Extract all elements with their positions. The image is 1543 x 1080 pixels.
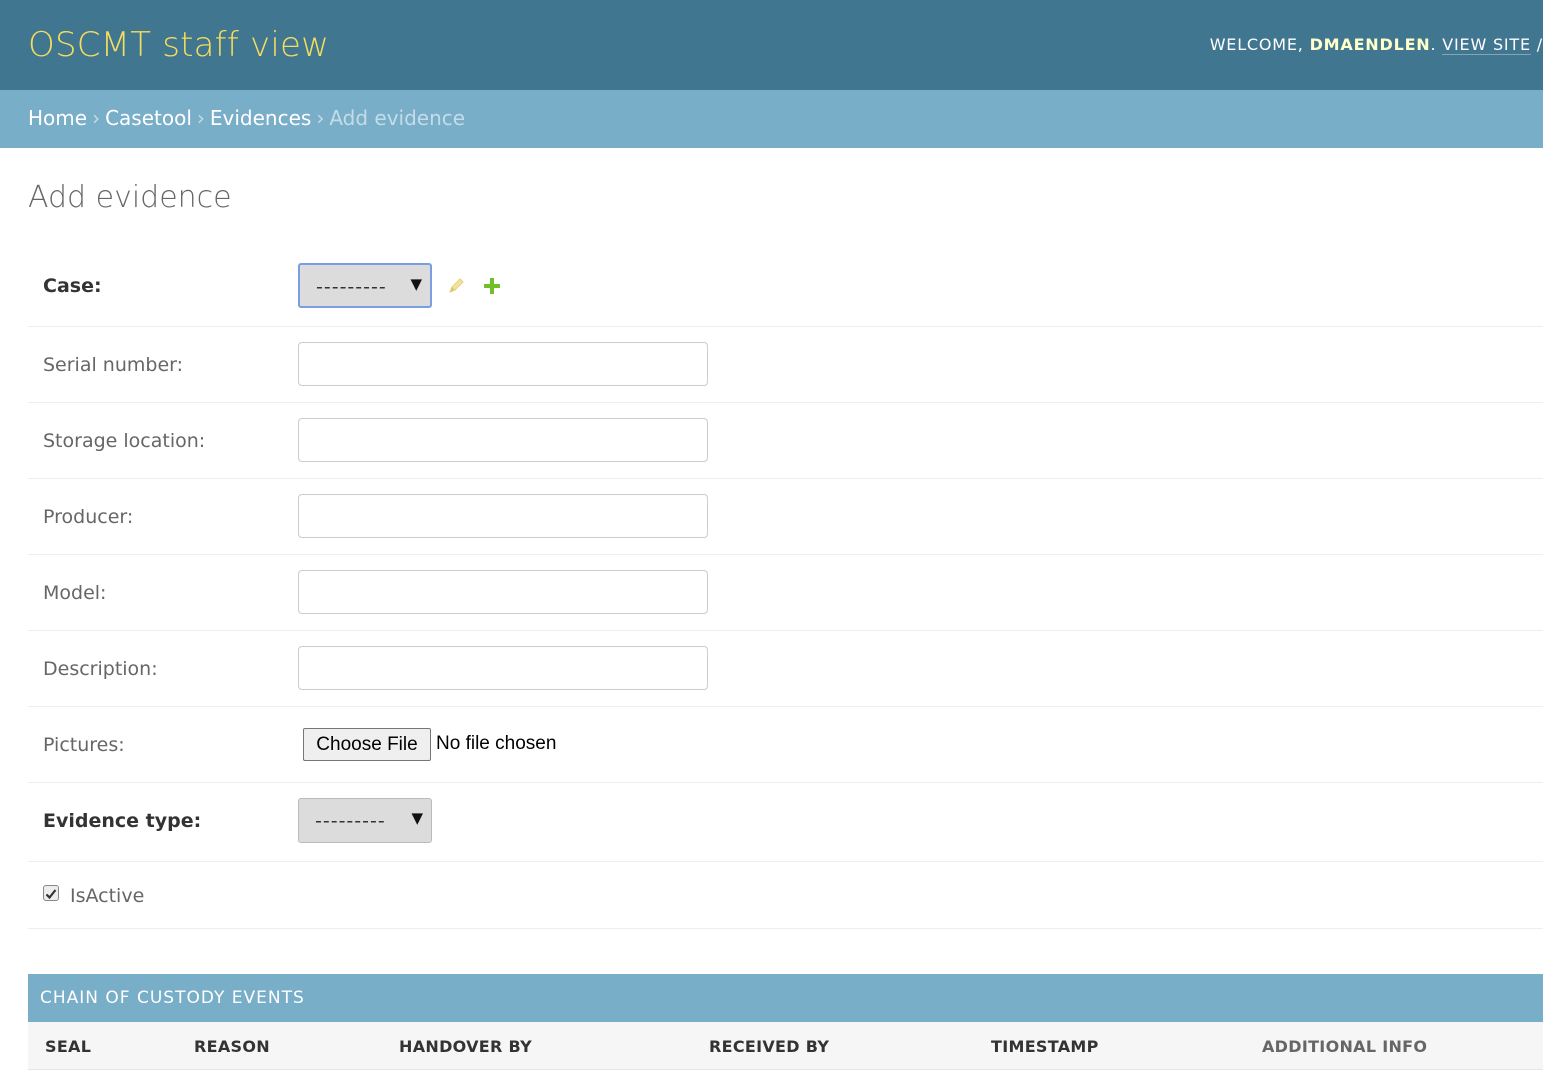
form-row-evidence-type: Evidence type: --------- ▼ xyxy=(28,783,1543,862)
column-seal: SEAL xyxy=(45,1037,92,1056)
chevron-down-icon: ▼ xyxy=(411,809,423,827)
breadcrumb-casetool[interactable]: Casetool xyxy=(105,106,192,130)
producer-label: Producer: xyxy=(43,506,134,528)
user-tools: WELCOME, DMAENDLEN. VIEW SITE / xyxy=(1209,35,1543,55)
serial-number-label: Serial number: xyxy=(43,354,184,376)
column-additional-info: ADDITIONAL INFO xyxy=(1262,1037,1428,1056)
form-row-storage-location: Storage location: xyxy=(28,403,1543,479)
model-label: Model: xyxy=(43,582,107,604)
inline-title: CHAIN OF CUSTODY EVENTS xyxy=(28,974,1543,1022)
pictures-label: Pictures: xyxy=(43,734,125,756)
breadcrumb-separator: › xyxy=(316,106,325,130)
is-active-label[interactable]: IsActive xyxy=(70,885,144,907)
checkmark-icon xyxy=(45,889,57,900)
evidence-type-select[interactable]: --------- ▼ xyxy=(298,798,432,843)
form-row-model: Model: xyxy=(28,555,1543,631)
form-row-pictures: Pictures: Choose File No file chosen xyxy=(28,707,1543,783)
column-timestamp: TIMESTAMP xyxy=(991,1037,1099,1056)
column-handover-by: HANDOVER BY xyxy=(399,1037,533,1056)
breadcrumb-separator: › xyxy=(92,106,101,130)
form-row-serial-number: Serial number: xyxy=(28,327,1543,403)
breadcrumb-home[interactable]: Home xyxy=(28,106,87,130)
producer-input[interactable] xyxy=(298,494,708,538)
form-row-case: Case: --------- ▼ xyxy=(28,248,1543,327)
pencil-icon[interactable] xyxy=(446,276,466,300)
case-select[interactable]: --------- ▼ xyxy=(298,263,432,308)
evidence-type-label: Evidence type: xyxy=(43,810,202,832)
case-label: Case: xyxy=(43,275,102,297)
user-tools-trail: / xyxy=(1530,35,1543,54)
storage-location-input[interactable] xyxy=(298,418,708,462)
file-status: No file chosen xyxy=(436,733,557,754)
form-row-description: Description: xyxy=(28,631,1543,707)
is-active-checkbox[interactable] xyxy=(43,885,59,901)
evidence-type-select-value: --------- xyxy=(315,810,386,832)
username: DMAENDLEN xyxy=(1309,35,1431,54)
description-input[interactable] xyxy=(298,646,708,690)
form-row-is-active: IsActive xyxy=(28,862,1543,929)
view-site-link[interactable]: VIEW SITE xyxy=(1442,35,1531,55)
welcome-text: WELCOME, xyxy=(1209,35,1310,54)
choose-file-button[interactable]: Choose File xyxy=(303,728,431,761)
inline-column-headers: SEAL REASON HANDOVER BY RECEIVED BY TIME… xyxy=(28,1022,1543,1070)
serial-number-input[interactable] xyxy=(298,342,708,386)
storage-location-label: Storage location: xyxy=(43,430,206,452)
breadcrumb-separator: › xyxy=(196,106,205,130)
breadcrumb: Home › Casetool › Evidences › Add evidence xyxy=(0,90,1543,148)
model-input[interactable] xyxy=(298,570,708,614)
site-title[interactable]: OSCMT staff view xyxy=(28,25,329,65)
column-received-by: RECEIVED BY xyxy=(709,1037,830,1056)
breadcrumb-current: Add evidence xyxy=(329,106,466,130)
chevron-down-icon: ▼ xyxy=(410,275,422,293)
column-reason: REASON xyxy=(194,1037,270,1056)
case-select-value: --------- xyxy=(316,276,387,298)
chain-of-custody-inline: CHAIN OF CUSTODY EVENTS SEAL REASON HAND… xyxy=(28,974,1543,1080)
welcome-end: . xyxy=(1430,35,1443,54)
header: OSCMT staff view WELCOME, DMAENDLEN. VIE… xyxy=(0,0,1543,90)
description-label: Description: xyxy=(43,658,158,680)
plus-icon[interactable] xyxy=(483,277,501,299)
form-row-producer: Producer: xyxy=(28,479,1543,555)
page-title: Add evidence xyxy=(28,180,232,215)
breadcrumb-evidences[interactable]: Evidences xyxy=(210,106,311,130)
